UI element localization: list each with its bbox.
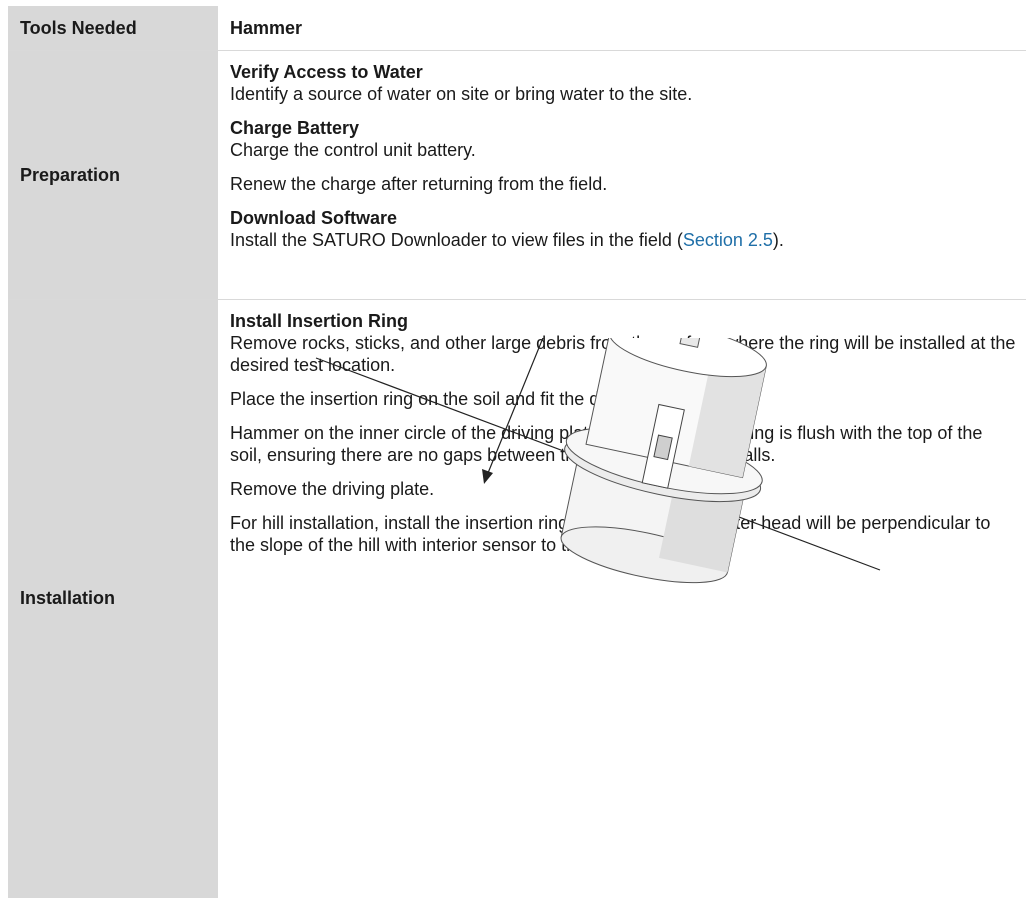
preparation-content: Verify Access to Water Identify a source…: [218, 51, 1026, 299]
step-title-water: Verify Access to Water: [230, 62, 423, 82]
arrow-head: [482, 469, 493, 484]
step-extra-battery: Renew the charge after returning from th…: [230, 174, 608, 194]
tools-row: Tools Needed Hammer: [8, 6, 1026, 50]
tools-value: Hammer: [230, 18, 303, 38]
perpendicular-arrow: [487, 338, 544, 474]
section-link[interactable]: Section 2.5: [683, 230, 773, 250]
tools-label: Tools Needed: [8, 6, 218, 50]
step-text-battery: Charge the control unit battery.: [230, 140, 476, 160]
preparation-row: Preparation Verify Access to Water Ident…: [8, 50, 1026, 299]
step-title-software: Download Software: [230, 208, 398, 228]
installation-label: Installation: [8, 300, 218, 898]
step-title-ring: Install Insertion Ring: [230, 311, 409, 331]
hill-installation-illustration: [315, 338, 881, 584]
software-text-before: Install the SATURO Downloader to view fi…: [230, 230, 683, 250]
preparation-label: Preparation: [8, 51, 218, 299]
software-text-after: ).: [772, 230, 784, 250]
step-title-battery: Charge Battery: [230, 118, 360, 138]
step-text-water: Identify a source of water on site or br…: [230, 84, 693, 104]
step-text-software: Install the SATURO Downloader to view fi…: [230, 229, 1016, 251]
infiltrometer-head: [560, 338, 767, 584]
